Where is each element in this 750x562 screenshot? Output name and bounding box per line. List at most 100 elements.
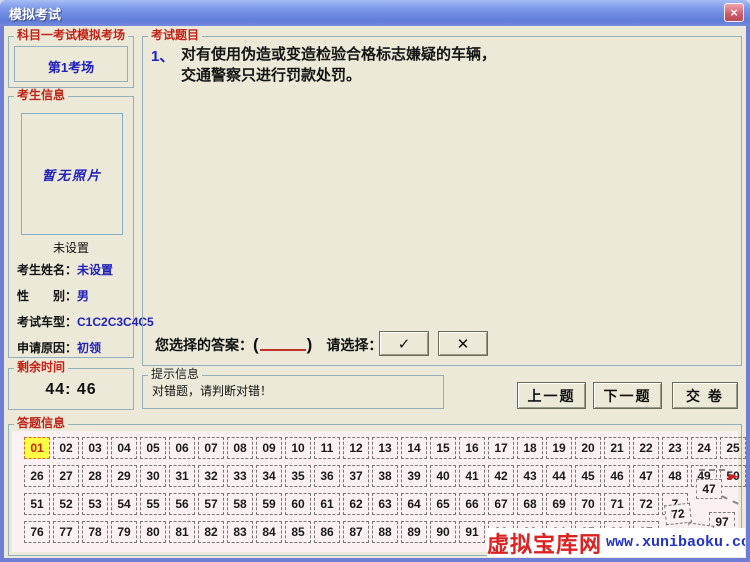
answer-cell-09[interactable]: 09 (256, 437, 282, 459)
answer-cell-08[interactable]: 08 (227, 437, 253, 459)
answer-cell-21[interactable]: 21 (604, 437, 630, 459)
answer-cell-54[interactable]: 54 (111, 493, 137, 515)
answer-cell-52[interactable]: 52 (53, 493, 79, 515)
answer-cell-55[interactable]: 55 (140, 493, 166, 515)
answer-cell-60[interactable]: 60 (285, 493, 311, 515)
answer-cell-10[interactable]: 10 (285, 437, 311, 459)
answer-cell-15[interactable]: 15 (430, 437, 456, 459)
answer-cell-25[interactable]: 25 (720, 437, 746, 459)
answer-cell-62[interactable]: 62 (343, 493, 369, 515)
answer-cell-71[interactable]: 71 (604, 493, 630, 515)
answer-cell-29[interactable]: 29 (111, 465, 137, 487)
answer-cell-13[interactable]: 13 (372, 437, 398, 459)
answer-cell-85[interactable]: 85 (285, 521, 311, 543)
answer-cell-53[interactable]: 53 (82, 493, 108, 515)
answer-grid-row: 2627282930313233343536373839404142434445… (24, 465, 749, 487)
answer-cell-27[interactable]: 27 (53, 465, 79, 487)
answer-cell-59[interactable]: 59 (256, 493, 282, 515)
answer-cell-67[interactable]: 67 (488, 493, 514, 515)
answer-cell-36[interactable]: 36 (314, 465, 340, 487)
answer-cell-34[interactable]: 34 (256, 465, 282, 487)
answer-cell-05[interactable]: 05 (140, 437, 166, 459)
answer-cell-07[interactable]: 07 (198, 437, 224, 459)
answer-cell-38[interactable]: 38 (372, 465, 398, 487)
answer-grid-row: 0102030405060708091011121314151617181920… (24, 437, 749, 459)
answer-cell-01[interactable]: 01 (24, 437, 50, 459)
answer-cell-89[interactable]: 89 (401, 521, 427, 543)
question-number: 1、 (151, 45, 174, 66)
answer-cell-81[interactable]: 81 (169, 521, 195, 543)
answer-cell-14[interactable]: 14 (401, 437, 427, 459)
answer-correct-button[interactable]: ✓ (379, 331, 429, 356)
answer-cell-76[interactable]: 76 (24, 521, 50, 543)
answer-cell-37[interactable]: 37 (343, 465, 369, 487)
answer-cell-45[interactable]: 45 (575, 465, 601, 487)
answer-cell-18[interactable]: 18 (517, 437, 543, 459)
answer-cell-24[interactable]: 24 (691, 437, 717, 459)
answer-cell-65[interactable]: 65 (430, 493, 456, 515)
answer-cell-57[interactable]: 57 (198, 493, 224, 515)
answer-cell-02[interactable]: 02 (53, 437, 79, 459)
answer-cell-70[interactable]: 70 (575, 493, 601, 515)
answer-cell-83[interactable]: 83 (227, 521, 253, 543)
answer-cell-43[interactable]: 43 (517, 465, 543, 487)
answer-cell-88[interactable]: 88 (372, 521, 398, 543)
answer-cell-26[interactable]: 26 (24, 465, 50, 487)
answer-cell-61[interactable]: 61 (314, 493, 340, 515)
answer-cell-90[interactable]: 90 (430, 521, 456, 543)
answer-cell-41[interactable]: 41 (459, 465, 485, 487)
exam-room-name: 第1考场 (15, 57, 127, 76)
answer-cell-47[interactable]: 47 (633, 465, 659, 487)
answer-cell-87[interactable]: 87 (343, 521, 369, 543)
answer-cell-33[interactable]: 33 (227, 465, 253, 487)
answer-cell-48[interactable]: 48 (662, 465, 688, 487)
answer-cell-20[interactable]: 20 (575, 437, 601, 459)
close-button[interactable]: × (724, 3, 744, 22)
answer-cell-80[interactable]: 80 (140, 521, 166, 543)
answer-cell-22[interactable]: 22 (633, 437, 659, 459)
answer-cell-35[interactable]: 35 (285, 465, 311, 487)
answer-cell-77[interactable]: 77 (53, 521, 79, 543)
answer-cell-06[interactable]: 06 (169, 437, 195, 459)
answer-cell-04[interactable]: 04 (111, 437, 137, 459)
answer-cell-32[interactable]: 32 (198, 465, 224, 487)
glitch-cell: 47 (696, 479, 722, 499)
answer-blank-underline (260, 339, 306, 351)
watermark-site-url: www.xunibaoku.com (606, 534, 745, 551)
answer-cell-31[interactable]: 31 (169, 465, 195, 487)
answer-cell-17[interactable]: 17 (488, 437, 514, 459)
answer-cell-42[interactable]: 42 (488, 465, 514, 487)
answer-cell-58[interactable]: 58 (227, 493, 253, 515)
answer-cell-40[interactable]: 40 (430, 465, 456, 487)
answer-cell-79[interactable]: 79 (111, 521, 137, 543)
answer-cell-11[interactable]: 11 (314, 437, 340, 459)
answer-cell-68[interactable]: 68 (517, 493, 543, 515)
answer-cell-39[interactable]: 39 (401, 465, 427, 487)
answer-cell-91[interactable]: 91 (459, 521, 485, 543)
submit-paper-button[interactable]: 交 卷 (672, 382, 738, 409)
answer-cell-63[interactable]: 63 (372, 493, 398, 515)
answer-cell-16[interactable]: 16 (459, 437, 485, 459)
answer-cell-46[interactable]: 46 (604, 465, 630, 487)
answer-cell-66[interactable]: 66 (459, 493, 485, 515)
answer-cell-86[interactable]: 86 (314, 521, 340, 543)
answer-cell-03[interactable]: 03 (82, 437, 108, 459)
remaining-time-group: 剩余时间 44: 46 (8, 368, 134, 410)
answer-cell-44[interactable]: 44 (546, 465, 572, 487)
answer-cell-72[interactable]: 72 (633, 493, 659, 515)
answer-cell-78[interactable]: 78 (82, 521, 108, 543)
answer-cell-56[interactable]: 56 (169, 493, 195, 515)
answer-cell-69[interactable]: 69 (546, 493, 572, 515)
answer-cell-82[interactable]: 82 (198, 521, 224, 543)
answer-cell-23[interactable]: 23 (662, 437, 688, 459)
answer-cell-19[interactable]: 19 (546, 437, 572, 459)
prev-question-button[interactable]: 上一题 (517, 382, 586, 409)
next-question-button[interactable]: 下一题 (593, 382, 662, 409)
answer-cell-30[interactable]: 30 (140, 465, 166, 487)
answer-cell-28[interactable]: 28 (82, 465, 108, 487)
answer-wrong-button[interactable]: ✕ (438, 331, 488, 356)
answer-cell-64[interactable]: 64 (401, 493, 427, 515)
answer-cell-51[interactable]: 51 (24, 493, 50, 515)
answer-cell-84[interactable]: 84 (256, 521, 282, 543)
answer-cell-12[interactable]: 12 (343, 437, 369, 459)
